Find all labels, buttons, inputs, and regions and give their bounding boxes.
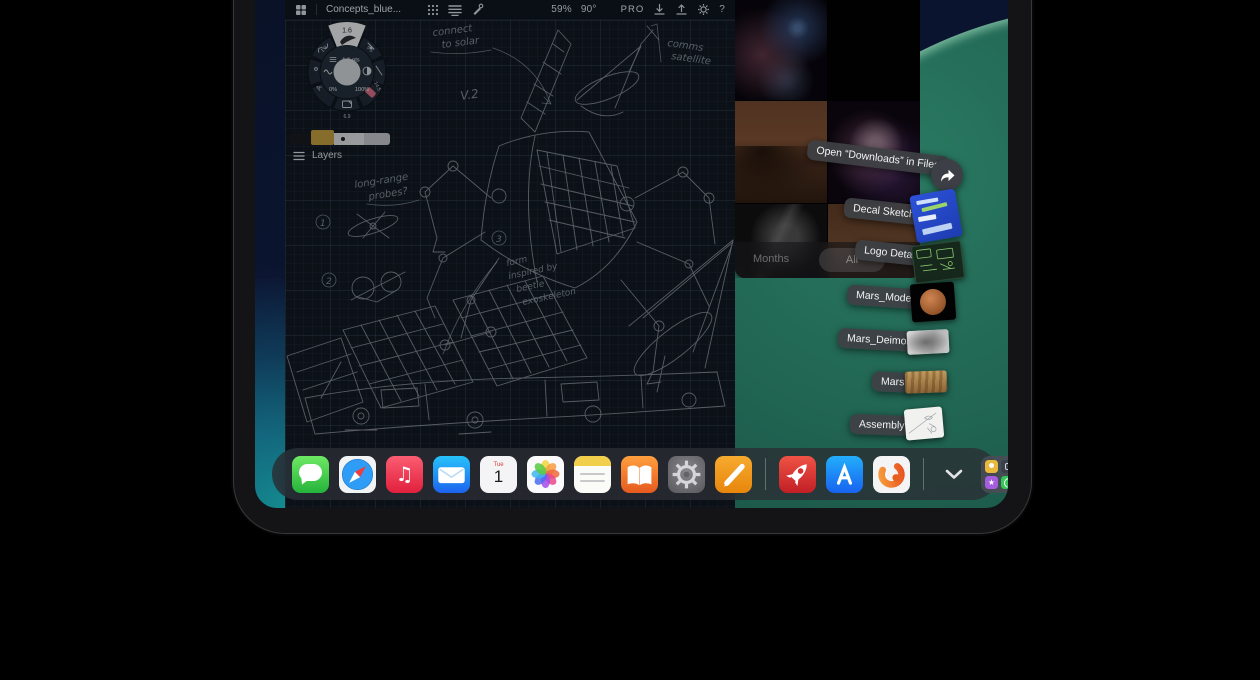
annotation-beetle-1: form [506, 255, 529, 269]
pro-badge[interactable]: PRO [621, 4, 645, 15]
swatch-gray[interactable] [364, 133, 390, 145]
photos-app-window: Months All [735, 0, 920, 278]
import-icon[interactable] [653, 3, 666, 16]
screenshot-stage: connect to solar comms satellite V.2 lon… [0, 0, 1260, 680]
size-label-bottom: 6.9 [344, 114, 351, 120]
dots-grid-icon[interactable] [427, 4, 439, 16]
gear-icon [668, 456, 705, 493]
export-icon[interactable] [675, 3, 688, 16]
opacity-max-label: 100% [355, 87, 369, 93]
swatch-light-gray[interactable] [334, 133, 364, 145]
mars-planet-image [835, 9, 913, 87]
help-button[interactable]: ? [719, 4, 725, 15]
dock-app-appstore[interactable] [826, 456, 863, 493]
dock: ♫ Tue 1 [272, 448, 998, 500]
concepts-app-window: connect to solar comms satellite V.2 lon… [285, 0, 735, 508]
open-book-icon [621, 456, 658, 493]
dock-app-mail[interactable] [433, 456, 470, 493]
rocket-icon [779, 456, 816, 493]
annotation-marker-2: 2 [326, 277, 332, 287]
tab-months[interactable]: Months [753, 253, 789, 265]
document-title[interactable]: Concepts_blue... [326, 4, 401, 15]
photo-mars-planet[interactable] [828, 0, 920, 100]
dock-app-messages[interactable] [292, 456, 329, 493]
calendar-day: 1 [494, 467, 503, 487]
dock-app-safari[interactable] [339, 456, 376, 493]
photo-nebula[interactable] [735, 0, 827, 100]
dock-divider [765, 458, 766, 490]
layers-panel-toggle[interactable]: Layers [293, 150, 342, 161]
share-forward-button[interactable] [931, 159, 963, 191]
tool-wheel[interactable]: 1.6 1.3 5.5 14.5 6.9 A [289, 10, 405, 134]
pen-icon[interactable] [471, 3, 484, 16]
zoom-level[interactable]: 59% [551, 4, 572, 15]
active-size-label: 1.6 [342, 28, 352, 35]
forward-arrow-icon [938, 166, 956, 184]
dock-app-concepts[interactable] [873, 456, 910, 493]
tab-all-selected[interactable]: All [819, 248, 885, 272]
annotation-probes-2: probes? [367, 186, 409, 203]
pen-icon [715, 456, 752, 493]
swatch-marker-dot [341, 137, 345, 141]
music-note-icon: ♫ [386, 456, 423, 493]
notes-icon [574, 456, 611, 466]
concepts-c-icon [873, 456, 910, 493]
swatch-gold-selected[interactable] [311, 130, 334, 145]
dock-app-rocket[interactable] [779, 456, 816, 493]
dock-app-music[interactable]: ♫ [386, 456, 423, 493]
gallery-grid-icon[interactable] [295, 4, 307, 16]
settings-gear-icon[interactable] [697, 3, 710, 16]
toolbar-divider [316, 4, 317, 15]
layers-menu-icon [293, 151, 305, 161]
concepts-toolbar: Concepts_blue... 59% 90° PRO [285, 0, 735, 20]
compass-icon [339, 456, 376, 493]
tab-all-label: All [846, 254, 858, 266]
swatch-black[interactable] [290, 133, 311, 145]
dock-app-calendar[interactable]: Tue 1 [480, 456, 517, 493]
dock-app-settings[interactable] [668, 456, 705, 493]
annotation-marker-3: 3 [496, 235, 502, 245]
color-swatch-bar[interactable] [290, 130, 390, 145]
annotation-comms-2: satellite [671, 51, 712, 67]
mini-tips-icon [985, 460, 998, 473]
annotation-version: V.2 [459, 87, 479, 103]
annotation-marker-1: 1 [320, 219, 326, 229]
mini-star-icon: ★ [985, 476, 998, 489]
photo-orion-nebula[interactable] [828, 101, 920, 203]
appstore-a-icon [826, 456, 863, 493]
chevron-down-icon [944, 468, 964, 480]
opacity-min-label: 0% [329, 87, 337, 93]
photos-view-switcher: Months All [735, 242, 920, 278]
mini-camera-icon [1001, 460, 1008, 473]
envelope-icon [433, 456, 470, 493]
hide-dock-chevron-button[interactable] [937, 456, 971, 493]
dock-app-notes[interactable] [574, 456, 611, 493]
dock-app-photos[interactable] [527, 456, 564, 493]
stack-icon[interactable] [448, 4, 462, 16]
annotation-connect-2: to solar [441, 35, 481, 51]
photo-mars-landscape[interactable] [735, 101, 827, 203]
layers-label: Layers [312, 150, 342, 161]
ipad-screen: connect to solar comms satellite V.2 lon… [255, 0, 1008, 508]
dock-app-books[interactable] [621, 456, 658, 493]
mini-clock-icon [1001, 476, 1008, 489]
wheel-center-knob[interactable] [334, 59, 361, 86]
dock-app-library[interactable]: ★ [981, 456, 1008, 493]
canvas-rotation[interactable]: 90° [581, 4, 597, 15]
dock-app-linea[interactable] [715, 456, 752, 493]
dock-divider [923, 458, 924, 490]
